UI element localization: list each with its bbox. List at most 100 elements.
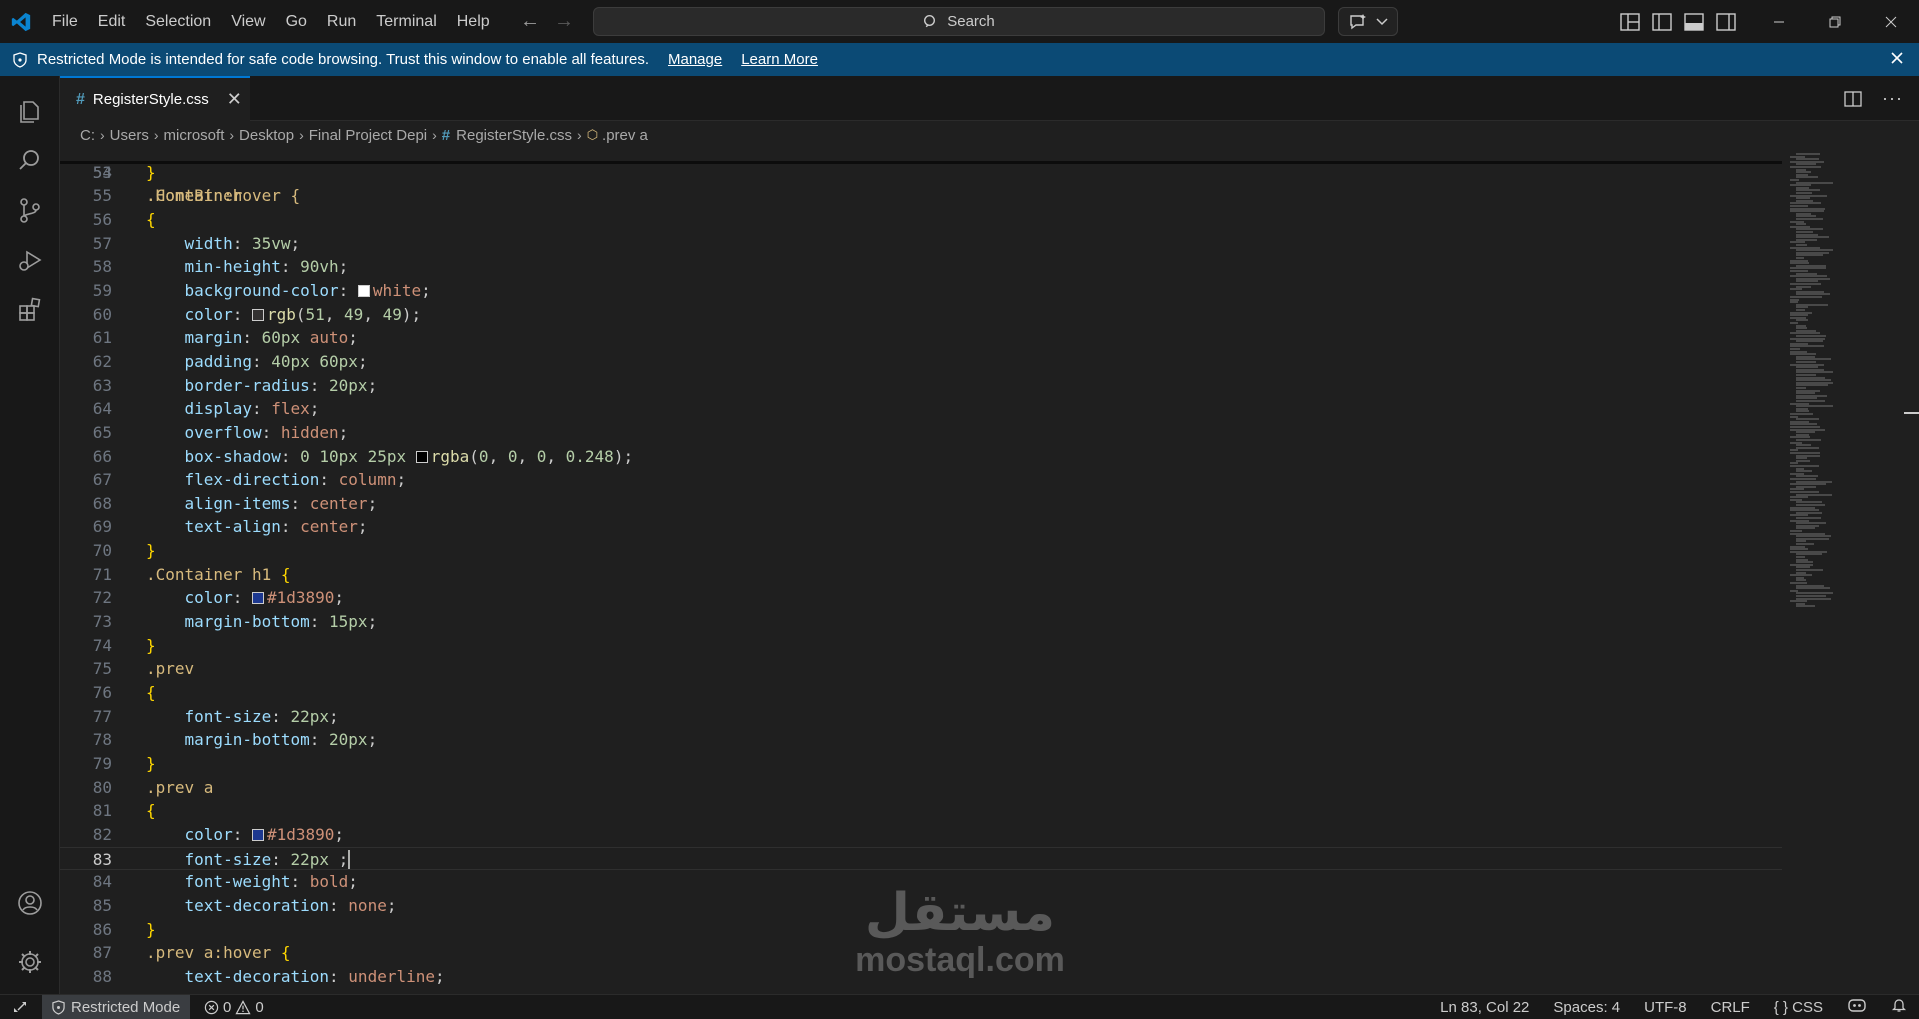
code-text: { — [146, 208, 156, 232]
layout-controls — [1620, 0, 1736, 43]
restricted-mode-status[interactable]: Restricted Mode — [42, 995, 191, 1019]
menu-file[interactable]: File — [42, 0, 88, 43]
restore-icon — [1829, 16, 1841, 27]
code-token: text-align — [184, 517, 281, 537]
breadcrumb-item-desktop[interactable]: Desktop — [239, 127, 294, 144]
toggle-panel-icon[interactable] — [1684, 12, 1704, 31]
code-token: rgb — [266, 304, 296, 324]
code-editor[interactable]: 53 .HomeBtn:hover { 54} 55 .Container 56{57… — [60, 149, 1782, 994]
code-text: text-decoration: none; — [146, 894, 397, 918]
toggle-secondary-sidebar-icon[interactable] — [1716, 12, 1736, 31]
split-editor-icon[interactable] — [1844, 90, 1862, 107]
code-line: 88 text-decoration: underline; — [60, 965, 1782, 989]
breadcrumb-item-users[interactable]: Users — [110, 127, 149, 144]
code-token: : — [290, 872, 310, 892]
css-file-icon: # — [441, 126, 451, 144]
search-view-icon[interactable] — [0, 136, 60, 184]
code-token: ; — [386, 895, 397, 915]
minimize-button[interactable] — [1751, 0, 1807, 43]
breadcrumb-item-project[interactable]: Final Project Depi — [309, 127, 427, 144]
cursor-position[interactable]: Ln 83, Col 22 — [1428, 999, 1541, 1016]
tab-registerstyle-css[interactable]: # RegisterStyle.css ✕ — [60, 76, 250, 121]
breadcrumb-item-drive[interactable]: C: — [80, 127, 95, 144]
toggle-primary-sidebar-icon[interactable] — [1652, 12, 1672, 31]
breadcrumb-item-symbol[interactable]: .prev a — [602, 127, 648, 144]
code-token: ); — [401, 304, 422, 324]
back-arrow-icon[interactable]: ← — [520, 10, 540, 33]
scrollbar-cursor-marker — [1904, 412, 1919, 414]
code-line: 79} — [60, 752, 1782, 776]
code-line: 61 margin: 60px auto; — [60, 326, 1782, 350]
indentation[interactable]: Spaces: 4 — [1541, 999, 1632, 1016]
encoding[interactable]: UTF-8 — [1632, 999, 1699, 1016]
language-mode[interactable]: { } CSS — [1762, 999, 1835, 1016]
end-of-line[interactable]: CRLF — [1699, 999, 1762, 1016]
learn-more-link[interactable]: Learn More — [741, 51, 818, 68]
forward-arrow-icon[interactable]: → — [554, 10, 574, 33]
code-token: 0 — [478, 446, 489, 466]
settings-gear-icon[interactable] — [0, 938, 60, 986]
source-control-icon[interactable] — [0, 186, 60, 234]
notifications-bell-icon[interactable] — [1879, 997, 1919, 1017]
color-swatch[interactable] — [251, 308, 264, 321]
accounts-icon[interactable] — [0, 879, 60, 927]
tab-close-icon[interactable]: ✕ — [227, 89, 242, 110]
code-line: 60 color: rgb(51, 49, 49); — [60, 303, 1782, 327]
copilot-status-icon[interactable] — [1835, 997, 1879, 1017]
code-text: padding: 40px 60px; — [146, 350, 368, 374]
extensions-icon[interactable] — [0, 286, 60, 334]
menu-help[interactable]: Help — [447, 0, 500, 43]
explorer-icon[interactable] — [0, 86, 60, 134]
menu-terminal[interactable]: Terminal — [366, 0, 446, 43]
minimap[interactable] — [1782, 149, 1902, 994]
menu-view[interactable]: View — [221, 0, 275, 43]
remote-indicator-icon[interactable] — [0, 995, 40, 1019]
more-actions-icon[interactable]: ··· — [1882, 88, 1903, 109]
restore-button[interactable] — [1807, 0, 1863, 43]
problems-status[interactable]: 0 0 — [204, 995, 264, 1019]
code-text: text-decoration: underline; — [146, 965, 445, 989]
chevron-down-icon — [1376, 17, 1388, 25]
menu-selection[interactable]: Selection — [135, 0, 221, 43]
code-text: .Container h1 { — [146, 563, 291, 587]
code-token: : — [290, 493, 310, 513]
code-token: ; — [357, 517, 368, 537]
line-number: 70 — [92, 541, 112, 561]
line-number: 55 — [92, 186, 112, 206]
banner-close-icon[interactable] — [1889, 50, 1905, 70]
menu-run[interactable]: Run — [317, 0, 366, 43]
customize-layout-icon[interactable] — [1620, 12, 1640, 31]
color-swatch[interactable] — [251, 592, 264, 605]
breadcrumb-separator-icon: › — [100, 127, 105, 143]
line-number: 69 — [92, 517, 112, 537]
command-center-search[interactable]: Search — [593, 7, 1325, 36]
run-and-debug-icon[interactable] — [0, 236, 60, 284]
breadcrumb-item-microsoft[interactable]: microsoft — [164, 127, 225, 144]
code-token: ; — [348, 328, 358, 348]
color-swatch[interactable] — [415, 450, 428, 463]
code-token: align-items — [184, 493, 291, 513]
code-token: : — [232, 304, 252, 324]
close-window-button[interactable] — [1863, 0, 1919, 43]
color-swatch[interactable] — [251, 828, 264, 841]
code-token: border-radius — [184, 375, 310, 395]
menu-go[interactable]: Go — [276, 0, 317, 43]
breadcrumb-item-file[interactable]: RegisterStyle.css — [456, 127, 572, 144]
code-line: 68 align-items: center; — [60, 492, 1782, 516]
menu-edit[interactable]: Edit — [88, 0, 136, 43]
color-swatch[interactable] — [357, 284, 370, 297]
code-token: rgba — [430, 446, 470, 466]
code-token: } — [146, 635, 156, 655]
copilot-chat-icon — [1349, 13, 1366, 29]
copilot-button[interactable] — [1338, 7, 1398, 36]
manage-link[interactable]: Manage — [668, 51, 722, 68]
